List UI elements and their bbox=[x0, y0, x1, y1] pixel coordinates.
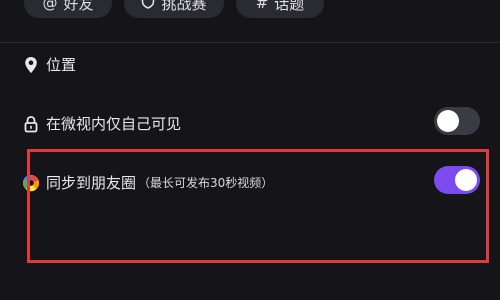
challenge-tag-label: 挑战赛 bbox=[161, 0, 207, 13]
moments-aperture-icon bbox=[22, 174, 40, 192]
sync-to-moments-row: 同步到朋友圈 （最长可发布30秒视频） bbox=[22, 172, 273, 193]
toggle-knob bbox=[437, 110, 459, 132]
friends-tag-label: 好友 bbox=[63, 0, 94, 13]
toggle-knob bbox=[455, 169, 477, 191]
divider bbox=[0, 42, 500, 43]
sync-to-moments-label: 同步到朋友圈 bbox=[46, 174, 137, 192]
location-pin-icon bbox=[22, 56, 40, 74]
highlight-box bbox=[27, 149, 489, 263]
location-label: 位置 bbox=[46, 56, 77, 74]
private-visibility-row: 在微视内仅自己可见 bbox=[22, 113, 181, 134]
hash-icon: # bbox=[255, 0, 269, 12]
sync-duration-hint: （最长可发布30秒视频） bbox=[138, 176, 274, 190]
topic-tag-chip[interactable]: # 话题 bbox=[236, 0, 324, 18]
publish-settings-screen: @ 好友 挑战赛 # 话题 位置 在微视内仅自己可见 同步到朋友圈 （最长可发布… bbox=[0, 0, 500, 300]
private-visibility-label: 在微视内仅自己可见 bbox=[46, 115, 182, 133]
topic-tag-label: 话题 bbox=[274, 0, 305, 13]
challenge-tag-chip[interactable]: 挑战赛 bbox=[124, 0, 224, 18]
at-icon: @ bbox=[42, 0, 58, 12]
lock-icon bbox=[22, 115, 40, 133]
location-row[interactable]: 位置 bbox=[22, 54, 76, 75]
sync-to-moments-toggle[interactable] bbox=[434, 166, 480, 194]
shield-icon bbox=[141, 0, 155, 13]
private-visibility-toggle[interactable] bbox=[434, 107, 480, 135]
friends-tag-chip[interactable]: @ 好友 bbox=[24, 0, 112, 18]
